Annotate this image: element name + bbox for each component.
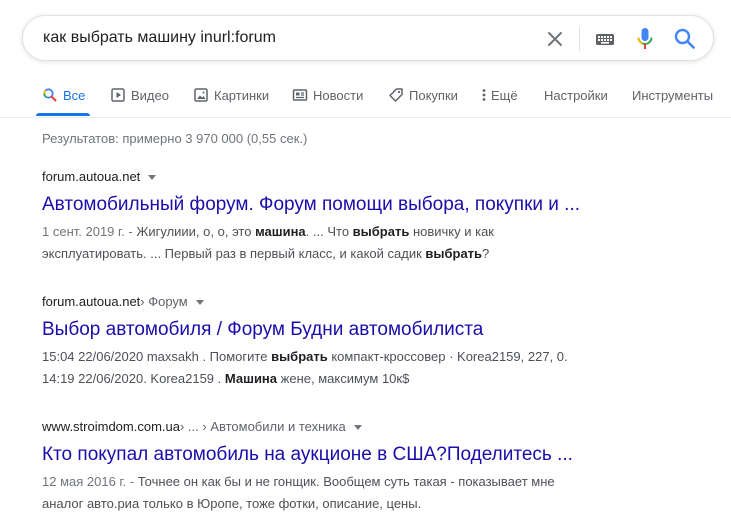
snippet-highlight: выбрать <box>271 349 328 364</box>
search-icon <box>674 28 695 49</box>
search-result: www.stroimdom.com.ua › ... › Автомобили … <box>42 418 692 515</box>
tab-news[interactable]: Новости <box>292 86 363 104</box>
active-tab-indicator <box>36 113 90 116</box>
tab-label: Новости <box>313 87 364 103</box>
tab-label: Ещё <box>491 87 518 103</box>
video-icon <box>110 87 126 103</box>
tab-label: Покупки <box>409 87 458 103</box>
tab-images[interactable]: Картинки <box>193 86 269 104</box>
snippet-highlight: Машина <box>224 371 278 386</box>
search-box[interactable]: как выбрать машину inurl:forum <box>22 15 714 61</box>
search-tabs: Все Видео Картинки Новости Покупки Ещё Н… <box>0 76 731 116</box>
tab-label: Картинки <box>214 87 270 103</box>
result-title-link[interactable]: Кто покупал автомобиль на аукционе в США… <box>42 442 692 468</box>
tab-label: Инструменты <box>632 87 714 103</box>
snippet-run: Точнее он как бы и не гонщик. Вообщем су… <box>137 474 555 489</box>
snippet-highlight: выбрать <box>352 224 410 239</box>
caret-down-icon[interactable] <box>353 425 362 430</box>
snippet-line: 15:04 22/06/2020 maxsakh . Помогите выбр… <box>42 346 642 368</box>
snippet-line: 1 сент. 2019 г. - Жигулиии, о, о, это ма… <box>42 221 642 243</box>
close-icon <box>548 32 562 46</box>
result-site: forum.autoua.net <box>42 294 141 309</box>
result-site: www.stroimdom.com.ua <box>42 419 180 434</box>
result-path: › ... › Автомобили и техника <box>179 419 346 434</box>
keyboard-button[interactable] <box>593 27 617 51</box>
tab-shopping[interactable]: Покупки <box>388 86 458 104</box>
snippet-line: 14:19 22/06/2020. Korea2159 . Машина жен… <box>42 368 642 390</box>
snippet-text: Жигулиии, о, о, это машина. ... Что выбр… <box>136 224 494 239</box>
caret-down-icon[interactable] <box>195 300 204 305</box>
result-snippet: 12 мая 2016 г. - Точнее он как бы и не г… <box>42 471 642 515</box>
tab-label: Видео <box>131 87 169 103</box>
result-url[interactable]: www.stroimdom.com.ua › ... › Автомобили … <box>42 418 692 436</box>
more-icon <box>480 87 488 103</box>
keyboard-icon <box>596 34 614 45</box>
snippet-run: ? <box>482 246 490 261</box>
snippet-run: новичку и как <box>409 224 494 239</box>
snippet-run: аналог авто.риа только в Юропе, тоже фот… <box>42 496 422 511</box>
snippet-run: жене, максимум 10к$ <box>277 371 410 386</box>
snippet-run: эксплуатировать. ... Первый раз в первый… <box>42 246 426 261</box>
search-divider <box>579 27 580 51</box>
snippet-text: 14:19 22/06/2020. Korea2159 . Машина жен… <box>42 371 409 386</box>
search-button[interactable] <box>672 26 698 52</box>
result-snippet: 1 сент. 2019 г. - Жигулиии, о, о, это ма… <box>42 221 642 265</box>
snippet-run: компакт-кроссовер · Korea2159, 227, 0. <box>327 349 568 364</box>
snippet-line: эксплуатировать. ... Первый раз в первый… <box>42 243 642 265</box>
result-date: 12 мая 2016 г. - <box>42 474 138 489</box>
search-result: forum.autoua.net Автомобильный форум. Фо… <box>42 168 692 265</box>
voice-search-button[interactable] <box>633 25 657 53</box>
tag-icon <box>388 87 404 103</box>
tab-more[interactable]: Ещё <box>480 86 518 104</box>
result-title-link[interactable]: Автомобильный форум. Форум помощи выбора… <box>42 192 692 218</box>
result-url[interactable]: forum.autoua.net › Форум <box>42 293 692 311</box>
tabs-divider <box>0 117 731 118</box>
clear-search-button[interactable] <box>543 27 567 51</box>
snippet-line: 12 мая 2016 г. - Точнее он как бы и не г… <box>42 471 642 493</box>
tab-tools[interactable]: Инструменты <box>632 86 713 104</box>
image-icon <box>193 87 209 103</box>
snippet-highlight: выбрать <box>425 246 483 261</box>
snippet-text: Точнее он как бы и не гонщик. Вообщем су… <box>138 474 555 489</box>
tab-video[interactable]: Видео <box>110 86 169 104</box>
snippet-line: аналог авто.риа только в Юропе, тоже фот… <box>42 493 642 515</box>
snippet-run: 15:04 22/06/2020 maxsakh . Помогите <box>42 349 272 364</box>
tab-label: Настройки <box>544 87 608 103</box>
tab-all[interactable]: Все <box>42 86 85 104</box>
tab-label: Все <box>63 87 86 103</box>
snippet-text: 15:04 22/06/2020 maxsakh . Помогите выбр… <box>42 349 568 364</box>
search-result: forum.autoua.net › Форум Выбор автомобил… <box>42 293 692 390</box>
snippet-highlight: машина <box>255 224 306 239</box>
snippet-run: 14:19 22/06/2020. Korea2159 . <box>42 371 225 386</box>
result-url[interactable]: forum.autoua.net <box>42 168 692 186</box>
result-path: › Форум <box>140 294 188 309</box>
result-snippet: 15:04 22/06/2020 maxsakh . Помогите выбр… <box>42 346 642 390</box>
result-title-link[interactable]: Выбор автомобиля / Форум Будни автомобил… <box>42 317 692 343</box>
snippet-run: Жигулиии, о, о, это <box>136 224 256 239</box>
tab-settings[interactable]: Настройки <box>544 86 608 104</box>
snippet-text: аналог авто.риа только в Юропе, тоже фот… <box>42 496 421 511</box>
snippet-text: эксплуатировать. ... Первый раз в первый… <box>42 246 489 261</box>
snippet-run: . ... Что <box>305 224 353 239</box>
result-site: forum.autoua.net <box>42 169 141 184</box>
caret-down-icon[interactable] <box>148 175 157 180</box>
news-icon <box>292 87 308 103</box>
result-date: 1 сент. 2019 г. - <box>42 224 137 239</box>
search-input[interactable]: как выбрать машину inurl:forum <box>43 29 276 47</box>
search-icon <box>42 87 58 103</box>
microphone-icon <box>637 28 653 49</box>
result-stats: Результатов: примерно 3 970 000 (0,55 се… <box>42 131 308 146</box>
